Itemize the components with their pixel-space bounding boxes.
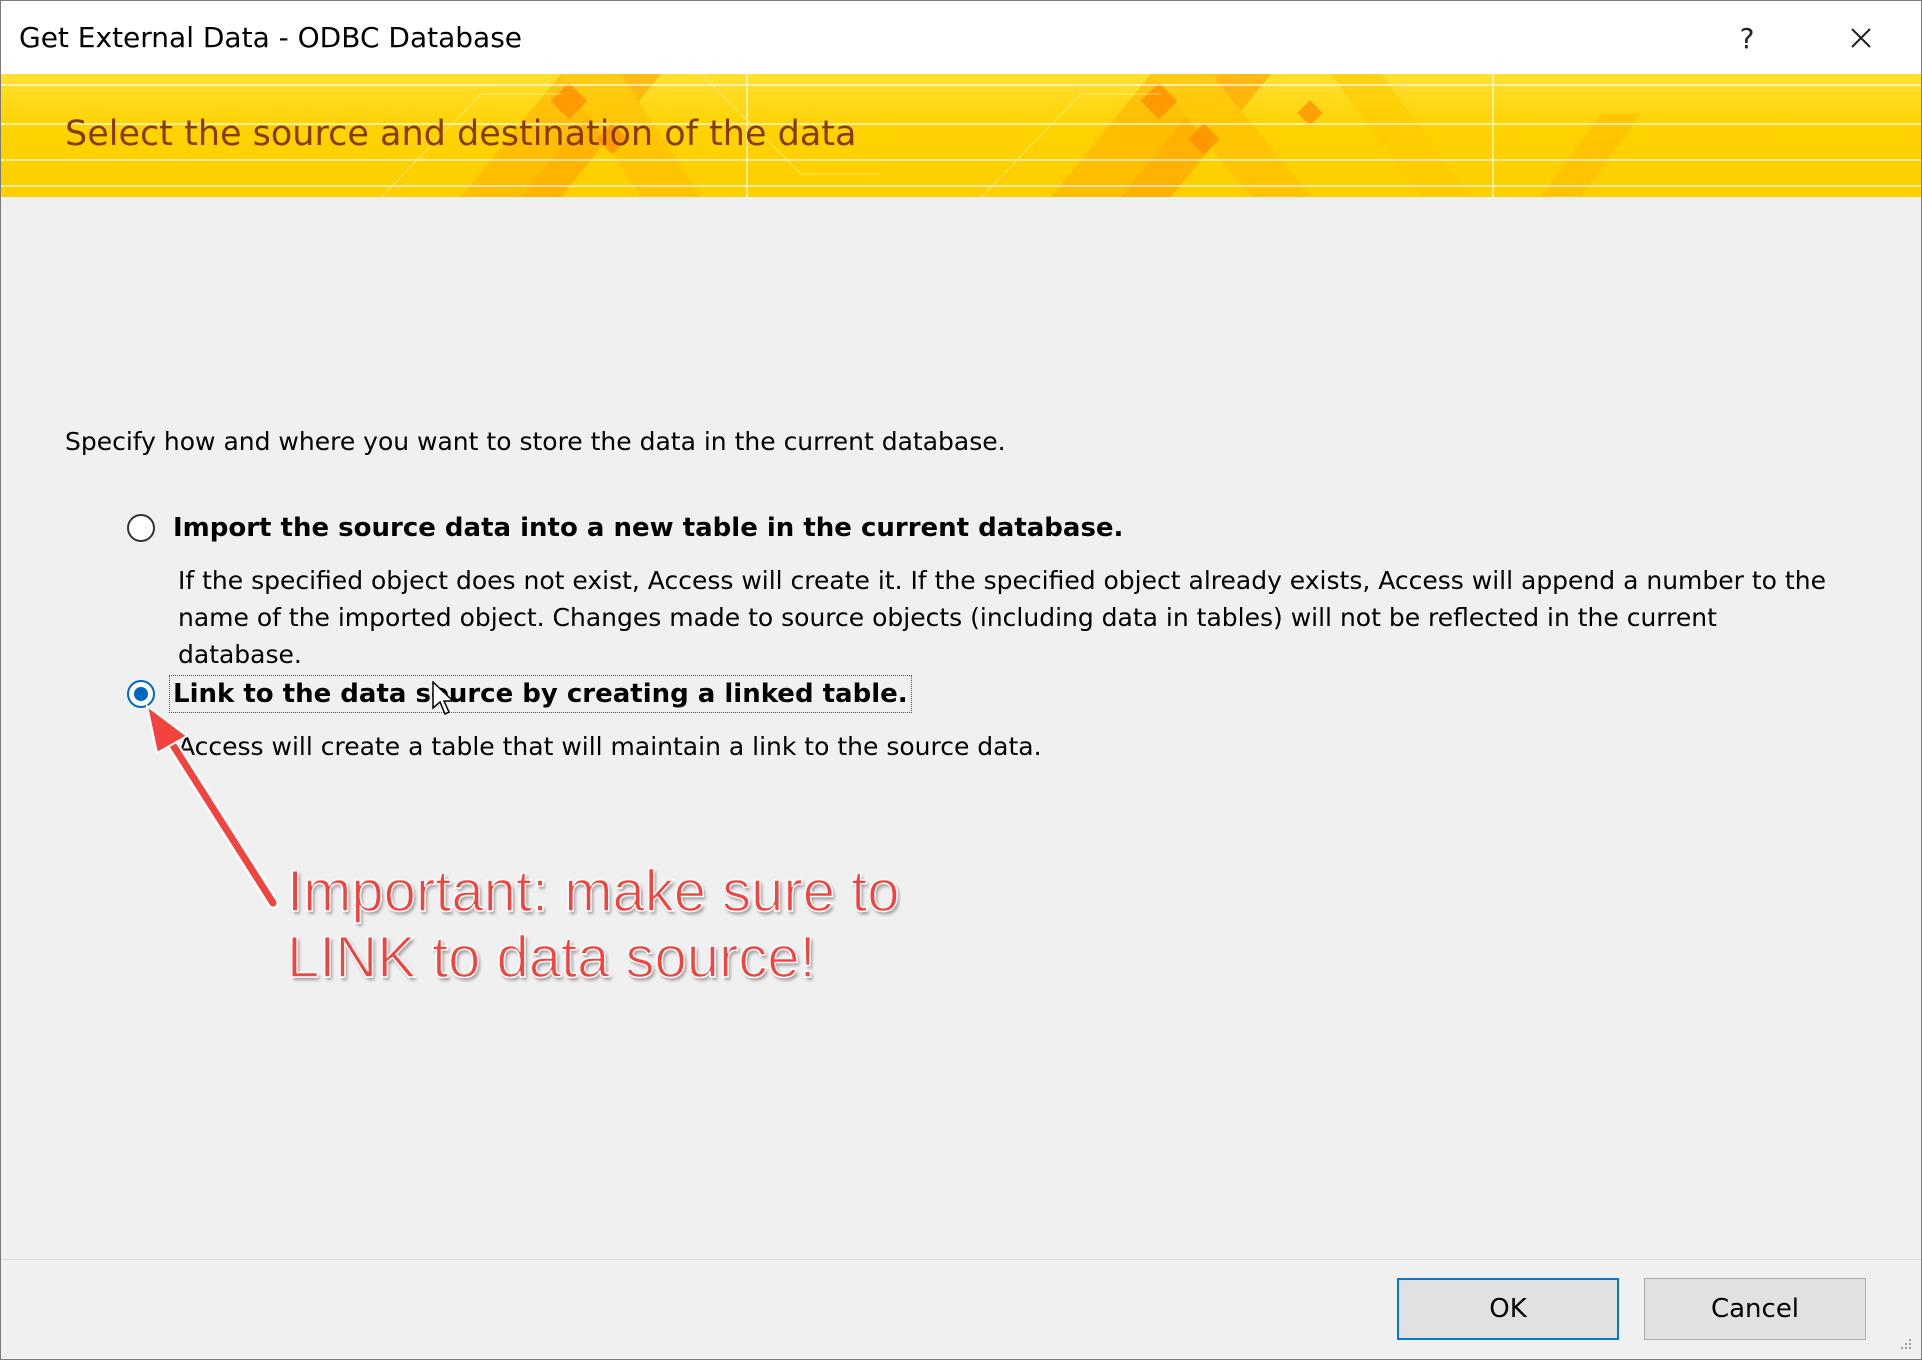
banner-heading: Select the source and destination of the… <box>65 114 857 154</box>
title-bar[interactable]: Get External Data - ODBC Database ? <box>1 1 1921 74</box>
link-radio[interactable] <box>127 680 155 708</box>
annotation-text: Important: make sure to LINK to data sou… <box>286 858 900 991</box>
dialog-window: Get External Data - ODBC Database ? Sele… <box>0 0 1922 1360</box>
link-option-label[interactable]: Link to the data source by creating a li… <box>169 675 912 713</box>
ok-button[interactable]: OK <box>1397 1278 1619 1340</box>
annotation-line-1: Important: make sure to <box>286 858 900 925</box>
close-icon <box>1851 28 1871 48</box>
link-option-description: Access will create a table that will mai… <box>178 732 1042 761</box>
help-button[interactable]: ? <box>1717 13 1777 63</box>
footer-separator <box>1 1259 1921 1260</box>
instruction-text: Specify how and where you want to store … <box>65 427 1006 456</box>
mouse-cursor-icon <box>432 681 455 716</box>
radio-selected-dot <box>134 687 148 701</box>
close-button[interactable] <box>1831 13 1891 63</box>
import-option-description: If the specified object does not exist, … <box>178 566 1826 669</box>
resize-grip-icon[interactable] <box>1897 1335 1913 1351</box>
window-title: Get External Data - ODBC Database <box>19 21 523 54</box>
annotation-line-2: LINK to data source! <box>286 924 816 991</box>
import-radio[interactable] <box>127 514 155 542</box>
import-option-label[interactable]: Import the source data into a new table … <box>173 513 1123 543</box>
cancel-button[interactable]: Cancel <box>1644 1278 1866 1340</box>
header-banner: Select the source and destination of the… <box>1 74 1921 197</box>
